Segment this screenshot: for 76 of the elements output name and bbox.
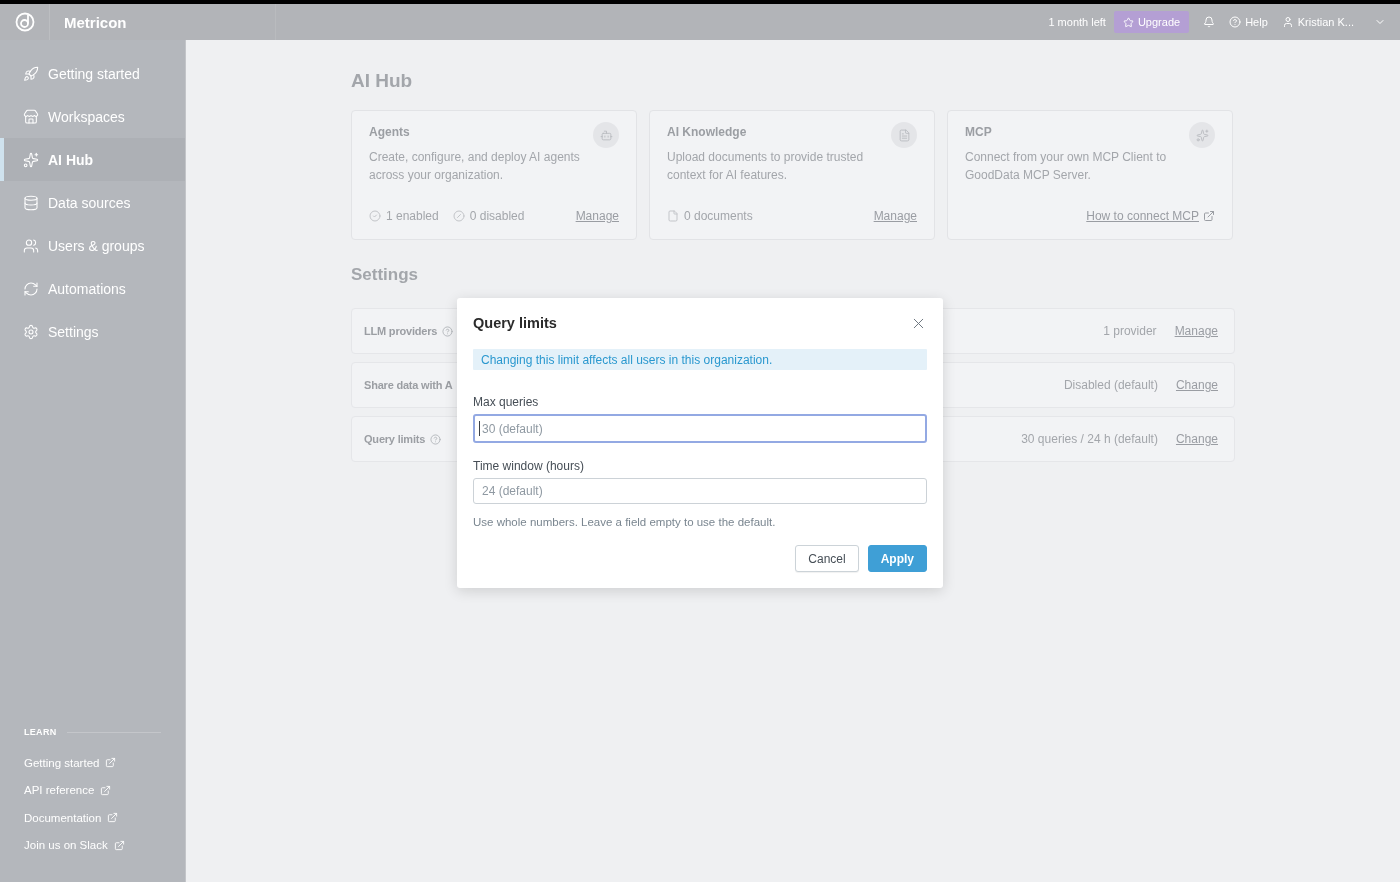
sparkles-icon [23,151,39,168]
stat-text: 0 documents [684,209,753,223]
stat-text: 0 disabled [469,209,525,223]
apply-button[interactable]: Apply [867,545,927,572]
external-link-icon [105,757,117,769]
sidebar-item[interactable]: Settings [0,310,185,353]
card-description: Upload documents to provide trusted context for AI features. [667,149,865,184]
card-title: AI Knowledge [667,125,747,139]
learn-link[interactable]: Join us on Slack [24,831,161,859]
bot-icon [593,122,619,148]
upgrade-button[interactable]: Upgrade [1113,11,1190,33]
database-icon [23,194,39,211]
card-title: MCP [965,125,992,139]
trial-remaining-text: 1 month left [1048,16,1106,28]
setting-label: Query limits [364,433,426,445]
info-banner: Changing this limit affects all users in this organization. [473,349,927,370]
external-link-icon [107,812,119,824]
bell-icon[interactable] [1203,16,1216,28]
external-link-icon [100,784,112,796]
section-title: Settings [351,264,420,286]
store-icon [23,108,39,125]
sidebar-item[interactable]: Users & groups [0,224,185,267]
input-field[interactable]: 30 (default) [473,414,927,443]
input-field[interactable]: 24 (default) [473,478,927,504]
help-button[interactable]: Help [1229,16,1268,28]
dialog-title: Query limits [473,315,557,331]
learn-link[interactable]: Documentation [24,804,161,832]
sidebar-item[interactable]: Automations [0,267,185,310]
card-link[interactable]: Manage [575,209,619,223]
setting-value: Disabled (default) [1063,378,1158,392]
help-icon [1229,16,1242,28]
text-cursor-icon [479,421,480,436]
sidebar-item[interactable]: Workspaces [0,95,185,138]
user-menu-button[interactable]: Kristian K... [1281,16,1386,28]
setting-value: 1 provider [1103,324,1157,338]
stat-text: 1 enabled [386,209,439,223]
setting-action-link[interactable]: Change [1175,432,1218,446]
setting-label: Share data with A [364,379,453,391]
field-label: Time window (hours) [473,459,585,473]
slashed-circle-icon [452,210,465,222]
sparkles-icon [1189,122,1215,148]
field-label: Max queries [473,395,540,409]
document-icon [891,122,917,148]
users-icon [23,237,39,254]
help-icon[interactable] [442,325,454,337]
page-title: AI Hub [351,70,414,92]
help-text: Use whole numbers. Leave a field empty to use the default. [473,516,777,528]
setting-label: LLM providers [364,325,438,337]
help-icon[interactable] [430,433,442,445]
sidebar-item[interactable]: Getting started [0,52,185,95]
card-description: Connect from your own MCP Client to GoodData MCP Server. [965,149,1168,184]
setting-value: 30 queries / 24 h (default) [1021,432,1158,446]
settings-icon [23,323,39,340]
learn-section-title: LEARN [24,727,57,737]
user-name: Kristian K... [1297,16,1354,28]
setting-action-link[interactable]: Manage [1174,324,1218,338]
card-link[interactable]: How to connect MCP [1086,209,1215,223]
check-circle-icon [369,210,381,222]
file-icon [667,210,679,222]
cancel-button[interactable]: Cancel [795,545,859,572]
external-link-icon [1203,210,1215,222]
refresh-icon [23,280,39,297]
star-icon [1122,16,1134,28]
learn-link[interactable]: API reference [24,776,161,804]
brand-name: Metricon [64,13,127,31]
card-description: Create, configure, and deploy AI agents across your organization. [369,149,581,184]
logo-icon[interactable] [14,12,35,32]
sidebar-item[interactable]: AI Hub [0,138,185,181]
user-icon [1281,16,1294,28]
card-title: Agents [369,125,410,139]
sidebar-item[interactable]: Data sources [0,181,185,224]
setting-action-link[interactable]: Change [1175,378,1218,392]
rocket-icon [23,65,39,82]
learn-link[interactable]: Getting started [24,749,161,777]
external-link-icon [113,839,125,851]
card-link[interactable]: Manage [873,209,917,223]
